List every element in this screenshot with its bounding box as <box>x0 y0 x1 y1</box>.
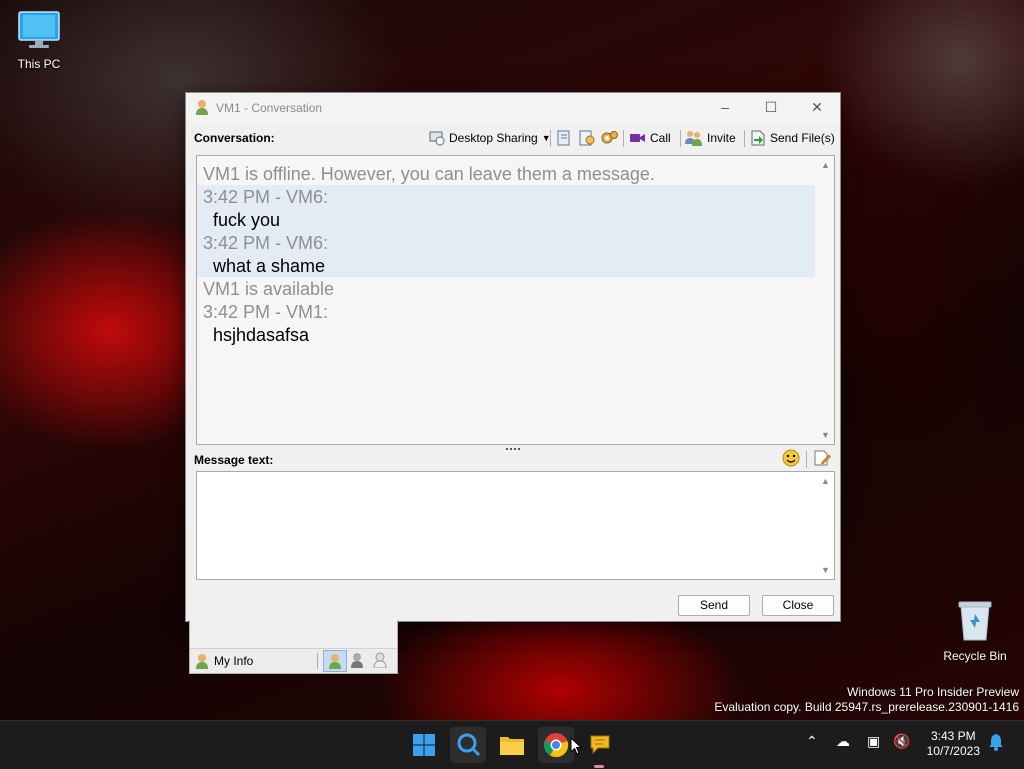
message-body: fuck you <box>213 210 281 230</box>
conversation-scrollbar[interactable]: ▲ ▼ <box>817 156 834 444</box>
scroll-down-icon[interactable]: ▼ <box>821 430 830 440</box>
scroll-down-icon[interactable]: ▼ <box>821 565 830 575</box>
toolbar-separator <box>317 653 318 669</box>
scroll-up-icon[interactable]: ▲ <box>821 476 830 486</box>
message-body: hsjhdasafsa <box>213 325 310 345</box>
contact-card-icon <box>579 130 595 146</box>
recycle-bin-desktop-icon[interactable]: Recycle Bin <box>940 598 1010 663</box>
start-button[interactable] <box>406 727 442 763</box>
show-hidden-icons-button[interactable]: ⌃ <box>806 733 818 750</box>
contact-info-button[interactable] <box>579 128 595 148</box>
conversation-label: Conversation: <box>194 131 275 145</box>
conversation-window: VM1 - Conversation – ☐ ✕ Conversation: D… <box>185 92 841 622</box>
close-window-button[interactable]: ✕ <box>794 93 840 122</box>
clock-time: 3:43 PM <box>930 729 976 743</box>
desktop-sharing-label: Desktop Sharing <box>449 131 538 145</box>
notification-bell-icon[interactable] <box>988 733 1004 754</box>
folder-icon <box>500 737 524 755</box>
user-online-icon <box>329 654 341 669</box>
gears-icon <box>601 131 618 144</box>
desktop-sharing-icon <box>429 131 445 146</box>
send-files-button[interactable]: Send File(s) <box>750 128 835 148</box>
messenger-app-button[interactable] <box>582 727 618 763</box>
invite-label: Invite <box>707 131 736 145</box>
send-button[interactable]: Send <box>678 595 750 616</box>
message-header: 3:42 PM - VM6: <box>203 187 329 207</box>
network-icon[interactable]: ▣ <box>867 733 880 750</box>
send-file-icon <box>751 130 765 146</box>
title-bar[interactable]: VM1 - Conversation – ☐ ✕ <box>186 93 840 122</box>
watermark-build: Evaluation copy. Build 25947.rs_prerelea… <box>714 700 1019 714</box>
message-input[interactable] <box>197 472 815 579</box>
chrome-icon <box>543 733 569 758</box>
invite-button[interactable]: Invite <box>685 128 736 148</box>
settings-button[interactable] <box>601 128 618 148</box>
history-button[interactable] <box>556 128 572 148</box>
call-label: Call <box>650 131 671 145</box>
status-message: VM1 is offline. However, you can leave t… <box>203 164 655 184</box>
clock-date: 10/7/2023 <box>926 744 980 758</box>
user-offline-icon <box>373 652 387 669</box>
message-text-label: Message text: <box>194 453 274 467</box>
desktop-sharing-button[interactable]: Desktop Sharing ▼ <box>429 128 551 148</box>
message-scrollbar[interactable]: ▲ ▼ <box>817 472 834 579</box>
emoticon-button[interactable] <box>782 449 800 470</box>
search-icon <box>457 733 481 757</box>
maximize-button[interactable]: ☐ <box>748 93 794 122</box>
mouse-cursor-icon <box>570 737 582 755</box>
scroll-up-icon[interactable]: ▲ <box>821 160 830 170</box>
chat-bubble-icon <box>590 735 610 755</box>
status-online-button[interactable] <box>323 650 347 672</box>
file-explorer-button[interactable] <box>494 727 530 763</box>
recycle-bin-label: Recycle Bin <box>943 649 1007 663</box>
minimize-button[interactable]: – <box>702 93 748 122</box>
status-message: VM1 is available <box>203 279 335 299</box>
taskbar: ⌃ ☁ ▣ 🔇 3:43 PM 10/7/2023 <box>0 720 1024 769</box>
this-pc-desktop-icon[interactable]: This PC <box>4 10 74 71</box>
onedrive-icon[interactable]: ☁ <box>836 733 850 750</box>
system-clock[interactable]: 3:43 PM 10/7/2023 <box>927 729 980 759</box>
message-body: what a shame <box>213 256 326 276</box>
close-button[interactable]: Close <box>762 595 834 616</box>
message-input-box: ▲ ▼ <box>196 471 835 580</box>
pane-splitter[interactable] <box>506 448 520 452</box>
window-title: VM1 - Conversation <box>216 101 323 115</box>
send-files-label: Send File(s) <box>770 131 835 145</box>
user-away-icon <box>351 653 363 668</box>
call-button[interactable]: Call <box>629 128 671 148</box>
windows-logo-icon <box>413 734 435 756</box>
edit-document-icon <box>814 450 831 466</box>
toolbar-separator <box>623 130 624 147</box>
status-offline-button[interactable] <box>373 652 387 671</box>
monitor-icon <box>18 11 60 48</box>
my-info-bar: My Info <box>190 648 397 673</box>
my-info-button[interactable]: My Info <box>195 653 253 669</box>
book-icon <box>557 130 570 146</box>
toolbar-separator <box>744 130 745 147</box>
toolbar-separator <box>550 130 551 147</box>
invite-users-icon <box>685 131 702 146</box>
message-header: 3:42 PM - VM1: <box>203 302 329 322</box>
windows-watermark: Windows 11 Pro Insider Preview Evaluatio… <box>714 685 1019 715</box>
volume-muted-icon[interactable]: 🔇 <box>893 733 910 750</box>
recycle-bin-icon <box>958 601 992 641</box>
my-info-label: My Info <box>214 654 254 668</box>
toolbar-separator <box>806 451 807 468</box>
conversation-history[interactable]: VM1 is offline. However, you can leave t… <box>196 155 835 445</box>
bell-icon <box>989 734 1003 751</box>
conversation-toolbar: Conversation: Desktop Sharing ▼ Call Inv… <box>186 123 840 153</box>
message-header: 3:42 PM - VM6: <box>203 233 329 253</box>
status-away-button[interactable] <box>350 652 364 671</box>
search-button[interactable] <box>450 727 486 763</box>
smiley-icon <box>782 449 800 467</box>
user-online-icon <box>196 100 208 115</box>
watermark-edition: Windows 11 Pro Insider Preview <box>847 685 1019 699</box>
video-camera-icon <box>630 134 645 142</box>
toolbar-separator <box>680 130 681 147</box>
chrome-button[interactable] <box>538 727 574 763</box>
user-icon <box>196 654 208 669</box>
format-button[interactable] <box>814 450 831 469</box>
main-window-fragment: My Info <box>189 620 398 674</box>
this-pc-label: This PC <box>17 57 61 71</box>
